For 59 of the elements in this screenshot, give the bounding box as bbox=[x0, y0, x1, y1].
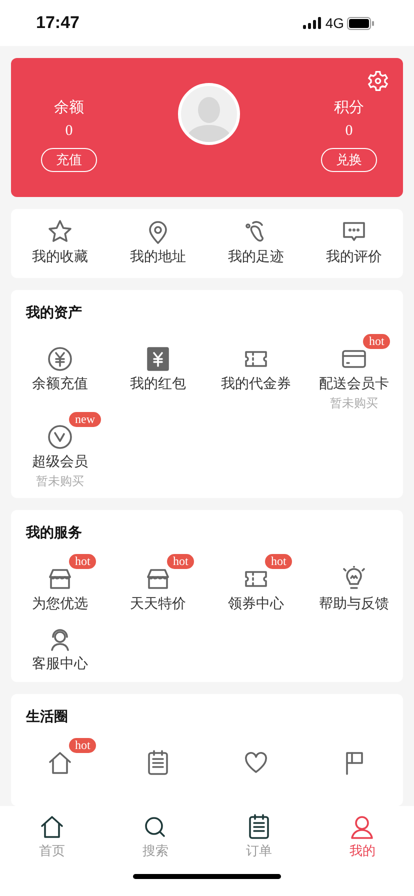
person-icon bbox=[349, 814, 376, 840]
badge: hot bbox=[69, 554, 96, 569]
exchange-button[interactable]: 兑换 bbox=[321, 148, 377, 172]
recharge-button[interactable]: 充值 bbox=[41, 148, 97, 172]
signal-icon bbox=[303, 17, 322, 29]
shortcut-item[interactable]: 我的评价 bbox=[305, 219, 403, 266]
item-note: 暂未购买 bbox=[36, 473, 84, 490]
item-label: 我的红包 bbox=[130, 375, 186, 393]
menu-item[interactable]: 我的红包 bbox=[109, 334, 207, 412]
menu-item[interactable]: 余额充值 bbox=[11, 334, 109, 412]
menu-item[interactable]: hot 天天特价 bbox=[109, 554, 207, 614]
item-label: 为您优选 bbox=[32, 595, 88, 613]
settings-icon[interactable] bbox=[367, 70, 389, 92]
section-title: 生活圈 bbox=[24, 708, 69, 726]
money-envelope-icon bbox=[145, 346, 171, 372]
list-icon[interactable] bbox=[145, 750, 171, 776]
network-label: 4G bbox=[325, 15, 344, 31]
item-label: 客服中心 bbox=[32, 655, 88, 673]
menu-item[interactable]: hot 为您优选 bbox=[11, 554, 109, 614]
v-circle-icon bbox=[47, 424, 73, 450]
tab[interactable]: 我的 bbox=[310, 814, 414, 860]
menu-item[interactable]: 我的代金券 bbox=[207, 334, 305, 412]
menu-item[interactable]: hot 领券中心 bbox=[207, 554, 305, 614]
section-title: 我的服务 bbox=[24, 524, 83, 542]
battery-icon bbox=[347, 16, 374, 30]
badge: hot bbox=[363, 334, 390, 349]
stat-value: 0 bbox=[65, 122, 73, 140]
clock-time: 17:47 bbox=[36, 13, 80, 33]
item-label: 帮助与反馈 bbox=[319, 595, 389, 613]
menu-item[interactable]: hot 配送会员卡 暂未购买 bbox=[305, 334, 403, 412]
star-icon bbox=[47, 219, 73, 245]
badge: hot bbox=[265, 554, 292, 569]
section-title: 我的资产 bbox=[24, 304, 83, 322]
badge: hot bbox=[167, 554, 194, 569]
item-label: 配送会员卡 bbox=[319, 375, 389, 393]
stat-label: 积分 bbox=[334, 98, 364, 116]
stat-value: 0 bbox=[345, 122, 353, 140]
light-bulb-icon bbox=[341, 566, 367, 592]
menu-item[interactable]: 帮助与反馈 bbox=[305, 554, 403, 614]
menu-item[interactable]: new 超级会员 暂未购买 bbox=[11, 412, 109, 490]
shortcut-item[interactable]: 我的足迹 bbox=[207, 219, 305, 266]
house-icon[interactable] bbox=[47, 750, 73, 776]
shop-icon bbox=[47, 566, 73, 592]
item-label: 天天特价 bbox=[130, 595, 186, 613]
item-label: 余额充值 bbox=[32, 375, 88, 393]
heart-icon[interactable] bbox=[243, 750, 269, 776]
stat-label: 余额 bbox=[54, 98, 84, 116]
item-label: 我的代金券 bbox=[221, 375, 291, 393]
yen-coin-icon bbox=[47, 346, 73, 372]
item-note: 暂未购买 bbox=[330, 395, 378, 412]
house-icon bbox=[38, 814, 65, 840]
item-label: 超级会员 bbox=[32, 453, 88, 471]
badge: new bbox=[69, 412, 101, 427]
shop-icon bbox=[145, 566, 171, 592]
item-label: 领券中心 bbox=[228, 595, 284, 613]
badge: hot bbox=[69, 738, 96, 753]
menu-item[interactable]: 客服中心 bbox=[11, 614, 109, 674]
shortcut-item[interactable]: 我的收藏 bbox=[11, 219, 109, 266]
shortcut-item[interactable]: 我的地址 bbox=[109, 219, 207, 266]
